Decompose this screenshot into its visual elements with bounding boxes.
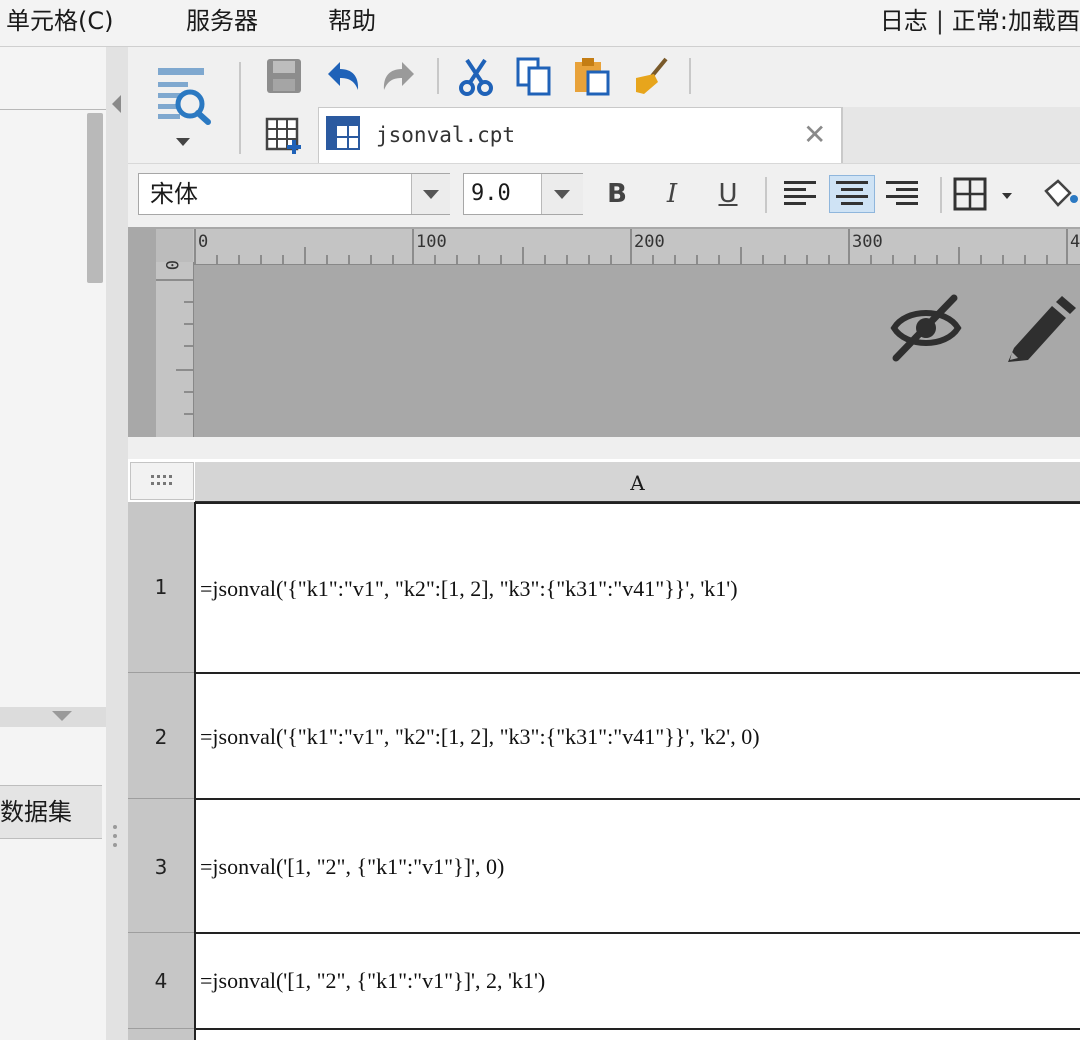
- font-size-dropdown[interactable]: [541, 174, 583, 214]
- paint-bucket-icon: [1044, 179, 1078, 207]
- paste-icon[interactable]: [570, 54, 614, 98]
- ruler-label: 100: [416, 232, 447, 252]
- ruler-corner: [156, 229, 193, 264]
- close-icon[interactable]: ✕: [803, 118, 826, 152]
- cell-a3[interactable]: =jsonval('[1, "2", {"k1":"v1"}]', 0): [194, 798, 1080, 934]
- align-right-icon: [886, 181, 918, 205]
- border-button[interactable]: [952, 175, 1016, 213]
- menu-server[interactable]: 服务器: [186, 6, 258, 36]
- select-all-button[interactable]: [130, 462, 194, 500]
- row-divider: [128, 798, 194, 799]
- row-divider: [128, 672, 194, 673]
- chevron-left-icon[interactable]: [112, 95, 121, 113]
- align-center-button[interactable]: [829, 175, 875, 213]
- new-template-icon[interactable]: [262, 114, 306, 158]
- horizontal-ruler: 0 100 200 300 4: [193, 229, 1080, 265]
- row-divider: [128, 1028, 194, 1029]
- tree-scrollbar[interactable]: [87, 113, 103, 283]
- font-select-value: 宋体: [150, 180, 198, 208]
- align-center-icon: [836, 181, 868, 205]
- preview-icon: [158, 68, 211, 146]
- underline-button[interactable]: U: [708, 175, 748, 213]
- ruler-label: 4: [1070, 232, 1080, 252]
- fill-color-button[interactable]: [1038, 175, 1080, 213]
- align-right-button[interactable]: [882, 175, 922, 213]
- toolbar-separator: [940, 177, 942, 213]
- preview-button[interactable]: [150, 62, 220, 154]
- border-icon: [953, 177, 1012, 211]
- toolbar-separator: [437, 58, 439, 94]
- save-icon[interactable]: [262, 54, 306, 98]
- redo-icon[interactable]: [378, 54, 422, 98]
- ruler-ticks: [156, 279, 193, 415]
- copy-icon[interactable]: [512, 54, 556, 98]
- row-header[interactable]: 3: [128, 855, 194, 879]
- row-header[interactable]: 1: [128, 575, 194, 599]
- toolbar-separator: [689, 58, 691, 94]
- dataset-tab[interactable]: 数据集: [0, 785, 102, 839]
- clear-format-icon[interactable]: [628, 54, 672, 98]
- panel-collapse-strip[interactable]: [106, 47, 128, 1040]
- pencil-icon[interactable]: [1000, 292, 1080, 368]
- column-header[interactable]: A: [195, 462, 1080, 502]
- align-left-icon: [784, 181, 816, 205]
- status-text: 正常:加载酉: [951, 7, 1080, 35]
- toolbar-separator: [239, 62, 241, 154]
- ruler-label: 200: [634, 232, 665, 252]
- ruler-label: 0: [161, 260, 181, 271]
- status-area: 日志 | 正常:加载酉: [880, 6, 1080, 36]
- cut-icon[interactable]: [454, 54, 498, 98]
- dataset-panel: [0, 727, 106, 1040]
- ruler-label: 300: [852, 232, 883, 252]
- log-button[interactable]: 日志: [880, 7, 928, 35]
- align-left-button[interactable]: [780, 175, 820, 213]
- undo-icon[interactable]: [320, 54, 364, 98]
- eye-off-icon[interactable]: [888, 292, 964, 366]
- header-spacer: [128, 437, 1080, 459]
- chevron-down-icon: [423, 190, 439, 199]
- cell-a2[interactable]: =jsonval('{"k1":"v1", "k2":[1, 2], "k3":…: [194, 672, 1080, 800]
- menu-help[interactable]: 帮助: [328, 6, 376, 36]
- row-divider: [128, 932, 194, 933]
- font-size-value: 9.0: [471, 181, 511, 206]
- cell-a4[interactable]: =jsonval('[1, "2", {"k1":"v1"}]', 2, 'k1…: [194, 932, 1080, 1030]
- file-tab-label[interactable]: jsonval.cpt: [376, 120, 515, 150]
- chevron-down-icon: [554, 190, 570, 199]
- font-select-dropdown[interactable]: [411, 174, 450, 214]
- cell-a5[interactable]: [194, 1030, 1080, 1040]
- row-header[interactable]: 2: [128, 725, 194, 749]
- italic-button[interactable]: I: [652, 175, 692, 213]
- template-file-icon: [326, 116, 360, 154]
- vertical-ruler: 0: [156, 260, 194, 437]
- left-panel-header: [0, 47, 106, 110]
- bold-button[interactable]: B: [597, 175, 637, 213]
- ruler-label: 0: [198, 232, 209, 252]
- drag-handle-icon[interactable]: [113, 825, 119, 851]
- chevron-down-icon[interactable]: [52, 711, 72, 721]
- grid-dots-icon: [151, 475, 172, 485]
- toolbar-separator: [765, 177, 767, 213]
- status-separator: |: [935, 7, 944, 35]
- row-header[interactable]: 4: [128, 969, 194, 993]
- tab-bar-empty: [842, 107, 1080, 163]
- cell-a1[interactable]: =jsonval('{"k1":"v1", "k2":[1, 2], "k3":…: [194, 502, 1080, 674]
- menu-cell[interactable]: 单元格(C): [6, 6, 113, 36]
